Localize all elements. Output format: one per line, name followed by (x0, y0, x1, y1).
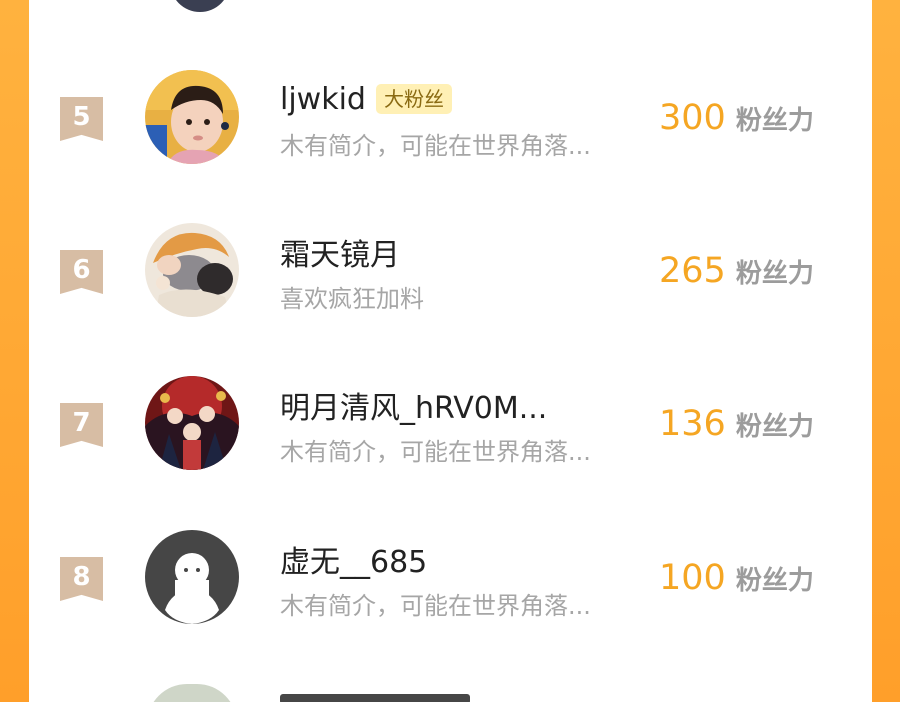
fan-ranking-card: 5 ljwkid 大粉丝 木有简介，可能在世界角落... 300 粉丝力 6 霜… (29, 0, 872, 702)
user-name[interactable]: 霜天镜月 (280, 230, 400, 274)
user-description: 木有简介，可能在世界角落... (280, 592, 591, 620)
user-avatar[interactable] (145, 70, 239, 164)
fan-power-value: 136 (659, 404, 726, 444)
fan-power-value: 265 (659, 251, 726, 291)
ranking-row-8[interactable]: 8 虚无__685 木有简介，可能在世界角落... 100 粉丝力 (29, 506, 872, 656)
user-description: 喜欢疯狂加料 (280, 285, 424, 313)
fan-power-unit: 粉丝力 (735, 259, 814, 289)
fan-power-unit: 粉丝力 (735, 106, 814, 136)
user-name[interactable]: 明月清风_hRV0M... (280, 383, 547, 427)
fan-power-unit: 粉丝力 (735, 566, 814, 596)
fan-power-value: 300 (659, 98, 726, 138)
big-fan-tag: 大粉丝 (375, 84, 452, 114)
partial-avatar-bottom[interactable] (147, 684, 237, 702)
user-avatar[interactable] (145, 530, 239, 624)
user-description: 木有简介，可能在世界角落... (280, 132, 591, 160)
user-name[interactable]: 虚无__685 (280, 537, 427, 581)
ranking-row-6[interactable]: 6 霜天镜月 喜欢疯狂加料 265 粉丝力 (29, 199, 872, 349)
rank-badge: 7 (60, 403, 103, 447)
partial-avatar-top[interactable] (170, 0, 230, 12)
rank-badge: 6 (60, 250, 103, 294)
ranking-row-7[interactable]: 7 明月清风_hRV0M... 木有简介，可能在世界角落... 136 粉丝力 (29, 352, 872, 502)
fan-power: 300 粉丝力 (659, 98, 814, 138)
user-description: 木有简介，可能在世界角落... (280, 438, 591, 466)
fan-power: 136 粉丝力 (659, 404, 814, 444)
ranking-row-5[interactable]: 5 ljwkid 大粉丝 木有简介，可能在世界角落... 300 粉丝力 (29, 45, 872, 195)
fan-power: 100 粉丝力 (659, 558, 814, 598)
user-avatar[interactable] (145, 376, 239, 470)
partial-name-bottom (280, 694, 470, 702)
user-name[interactable]: ljwkid (280, 82, 366, 117)
fan-power: 265 粉丝力 (659, 251, 814, 291)
user-avatar[interactable] (145, 223, 239, 317)
fan-power-value: 100 (659, 558, 726, 598)
rank-badge: 8 (60, 557, 103, 601)
rank-badge: 5 (60, 97, 103, 141)
fan-power-unit: 粉丝力 (735, 412, 814, 442)
